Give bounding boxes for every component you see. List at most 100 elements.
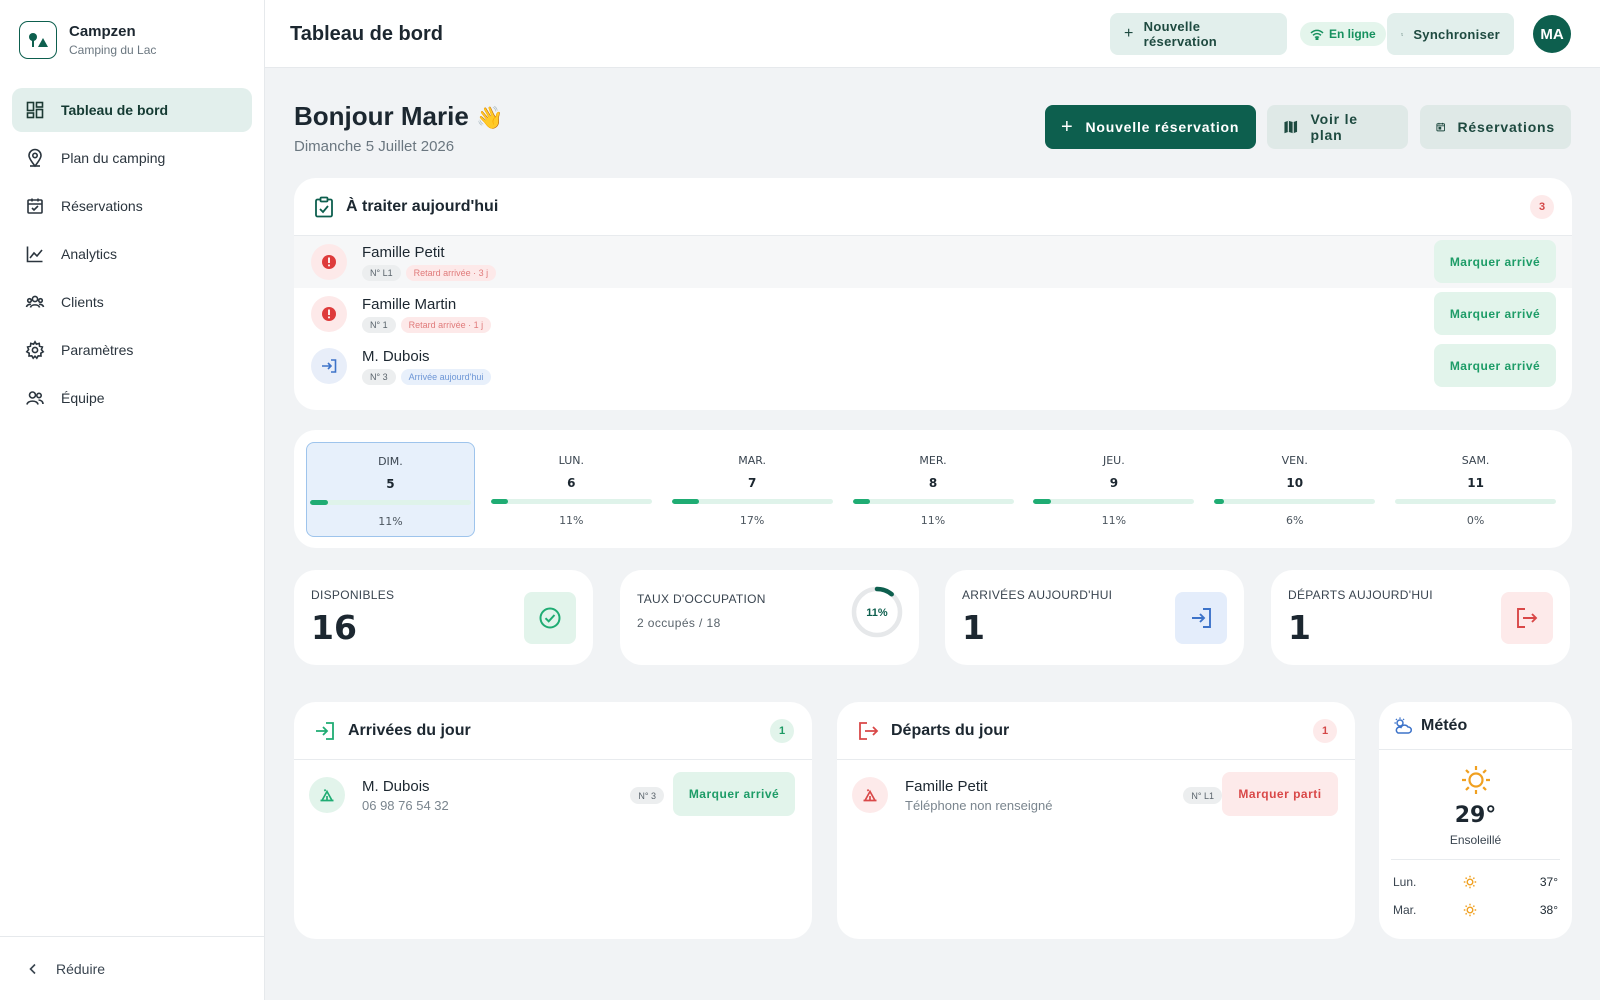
occupancy-bar-fill: [1214, 499, 1224, 504]
current-date: Dimanche 5 Juillet 2026: [294, 138, 455, 155]
new-reservation-button[interactable]: + Nouvelle réservation: [1045, 105, 1256, 149]
todo-today-card: À traiter aujourd'hui 3 Famille Petit N°…: [294, 178, 1572, 410]
stat-occupancy-card: TAUX D'OCCUPATION 2 occupés / 18 11%: [620, 570, 919, 665]
button-label: Réservations: [1457, 119, 1555, 135]
day-occupancy-pct: 11%: [1101, 514, 1127, 527]
week-day-9[interactable]: JEU. 9 11%: [1029, 442, 1198, 537]
todo-title: À traiter aujourd'hui: [346, 197, 499, 215]
sidebar-item-label: Plan du camping: [61, 150, 166, 166]
sync-button[interactable]: Synchroniser: [1387, 13, 1514, 55]
sidebar-item-clients[interactable]: Clients: [12, 280, 252, 324]
guest-name: M. Dubois: [362, 347, 430, 365]
weather-temp: 29°: [1454, 803, 1497, 828]
sidebar-item-settings[interactable]: Paramètres: [12, 328, 252, 372]
check-circle-icon: [524, 592, 576, 644]
tent-icon: [309, 777, 345, 813]
guest-name: M. Dubois: [362, 777, 430, 795]
week-day-7[interactable]: MAR. 7 17%: [668, 442, 837, 537]
weather-header: Météo: [1379, 702, 1572, 750]
day-number: 6: [567, 476, 576, 490]
mark-arrived-button[interactable]: Marquer arrivé: [1434, 292, 1556, 335]
stat-available-card: DISPONIBLES 16: [294, 570, 593, 665]
sidebar-item-label: Tableau de bord: [61, 102, 169, 118]
week-day-5[interactable]: DIM. 5 11%: [306, 442, 475, 537]
sun-icon: [1463, 875, 1477, 889]
sidebar-item-reservations[interactable]: Réservations: [12, 184, 252, 228]
sun-icon: [1463, 903, 1477, 917]
partly-cloudy-icon: [1394, 717, 1412, 734]
day-number: 10: [1286, 476, 1304, 490]
pitch-badge: N° L1: [1183, 787, 1222, 804]
day-name: VEN.: [1281, 454, 1308, 467]
occupancy-bar-fill: [309, 500, 328, 505]
plus-icon: +: [1124, 25, 1134, 42]
collapse-sidebar-button[interactable]: Réduire: [0, 936, 264, 1000]
topbar-new-reservation-button[interactable]: + Nouvelle réservation: [1110, 13, 1287, 55]
forecast-temp: 38°: [1539, 903, 1558, 917]
todo-row[interactable]: M. Dubois N° 3 Arrivée aujourd'hui Marqu…: [294, 340, 1572, 392]
occupancy-bar-fill: [1033, 499, 1052, 504]
forecast-day: Mar.: [1393, 903, 1417, 917]
status-badge: Retard arrivée · 3 j: [405, 264, 497, 281]
mark-arrived-button[interactable]: Marquer arrivé: [673, 772, 795, 816]
todo-row[interactable]: Famille Martin N° 1 Retard arrivée · 1 j…: [294, 288, 1572, 340]
reservations-button[interactable]: Réservations: [1420, 105, 1571, 149]
departures-today-card: Départs du jour 1 Famille Petit Téléphon…: [837, 702, 1355, 939]
chart-line-icon: [26, 246, 43, 263]
arrivals-title: Arrivées du jour: [348, 721, 471, 739]
alert-icon: [311, 296, 347, 332]
occupancy-bar-fill: [671, 499, 699, 504]
sidebar-item-label: Équipe: [61, 390, 105, 406]
occupancy-pct: 11%: [866, 607, 888, 619]
todo-count-badge: 3: [1530, 195, 1554, 219]
occupancy-bar-fill: [852, 499, 871, 504]
sidebar-item-team[interactable]: Équipe: [12, 376, 252, 420]
sidebar-item-dashboard[interactable]: Tableau de bord: [12, 88, 252, 132]
occupancy-bar: [309, 500, 471, 505]
brand-name: Campzen: [69, 23, 136, 40]
week-day-6[interactable]: LUN. 6 11%: [487, 442, 656, 537]
departures-header: Départs du jour 1: [837, 702, 1355, 760]
brand[interactable]: Campzen Camping du Lac: [19, 21, 156, 59]
mark-arrived-button[interactable]: Marquer arrivé: [1434, 240, 1556, 283]
campzen-logo-icon: [19, 21, 57, 59]
occupancy-bar: [1033, 499, 1195, 504]
arrival-icon: [311, 348, 347, 384]
brand-subtitle: Camping du Lac: [69, 43, 157, 57]
forecast-day: Lun.: [1393, 875, 1417, 889]
sidebar-item-analytics[interactable]: Analytics: [12, 232, 252, 276]
guest-phone: Téléphone non renseigné: [905, 797, 1053, 813]
todo-row[interactable]: Famille Petit N° L1 Retard arrivée · 3 j…: [294, 236, 1572, 288]
week-day-11[interactable]: SAM. 11 0%: [1391, 442, 1560, 537]
mark-arrived-button[interactable]: Marquer arrivé: [1434, 344, 1556, 387]
departure-row[interactable]: Famille Petit Téléphone non renseigné N°…: [837, 760, 1355, 830]
day-name: SAM.: [1461, 454, 1490, 467]
sidebar-item-camping-map[interactable]: Plan du camping: [12, 136, 252, 180]
button-label: Nouvelle réservation: [1085, 119, 1240, 135]
occupancy-bar: [1214, 499, 1376, 504]
arrivals-header: Arrivées du jour 1: [294, 702, 812, 760]
arrival-row[interactable]: M. Dubois 06 98 76 54 32 N° 3 Marquer ar…: [294, 760, 812, 830]
week-day-8[interactable]: MER. 8 11%: [849, 442, 1018, 537]
team-icon: [26, 391, 44, 405]
pitch-badge: N° L1: [362, 264, 401, 281]
week-day-10[interactable]: VEN. 10 6%: [1210, 442, 1379, 537]
day-occupancy-pct: 0%: [1466, 514, 1485, 527]
button-label: Voir le plan: [1310, 111, 1358, 143]
login-arrow-icon: [1175, 592, 1227, 644]
day-occupancy-pct: 6%: [1286, 514, 1304, 527]
day-name: LUN.: [558, 454, 584, 467]
occupancy-bar: [1395, 499, 1557, 504]
online-status-badge: En ligne: [1300, 22, 1386, 46]
view-map-button[interactable]: Voir le plan: [1267, 105, 1408, 149]
mark-departed-button[interactable]: Marquer parti: [1222, 772, 1338, 816]
user-avatar[interactable]: MA: [1533, 15, 1571, 53]
collapse-label: Réduire: [56, 960, 106, 977]
day-occupancy-pct: 11%: [559, 514, 584, 527]
refresh-icon: [1401, 32, 1404, 36]
status-text: En ligne: [1329, 27, 1376, 41]
departures-title: Départs du jour: [891, 721, 1010, 739]
guest-phone: 06 98 76 54 32: [362, 797, 449, 813]
divider: [1391, 859, 1560, 860]
occupancy-bar: [852, 499, 1014, 504]
